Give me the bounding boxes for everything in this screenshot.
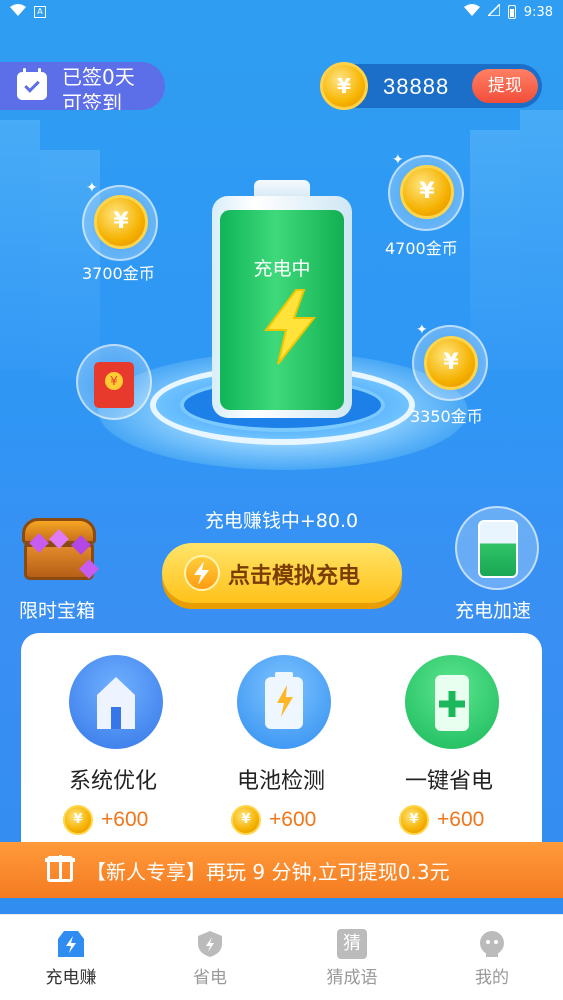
- earning-status: 充电赚钱中+80.0: [204, 510, 359, 532]
- rocket-icon: [69, 655, 163, 749]
- tool-reward: ¥ +600: [399, 805, 484, 835]
- promo-text: 【新人专享】再玩 9 分钟,立可提现0.3元: [86, 860, 450, 884]
- sign-in-text: 已签0天 可签到: [62, 65, 135, 110]
- sparkle-icon: ✦: [392, 152, 404, 168]
- lightning-bolt-icon: [264, 289, 317, 365]
- coin-icon: ¥: [320, 62, 368, 110]
- battery-icon: [507, 5, 516, 19]
- red-packet-icon: [94, 362, 134, 408]
- nav-label: 猜成语: [326, 968, 378, 988]
- tool-battery-check[interactable]: 电池检测 ¥ +600: [211, 655, 351, 855]
- coin-icon: ¥: [424, 336, 478, 390]
- battery-check-icon: [237, 655, 331, 749]
- nav-label: 我的: [475, 968, 509, 988]
- sparkle-icon: ✦: [86, 180, 98, 196]
- nav-charge-earn[interactable]: 充电赚: [21, 929, 121, 988]
- tool-reward: ¥ +600: [63, 805, 148, 835]
- charge-shield-icon: [56, 929, 86, 959]
- simulate-charge-label: 点击模拟充电: [228, 564, 361, 589]
- tool-power-save[interactable]: 一键省电 ¥ +600: [379, 655, 519, 855]
- background-building: [0, 120, 40, 370]
- status-bar: A 9:38: [0, 0, 563, 26]
- gift-icon: [45, 855, 75, 882]
- battery-fill: 充电中: [220, 210, 344, 410]
- battery-speed-icon: [478, 520, 518, 578]
- coin-balance: 38888: [383, 74, 450, 99]
- tool-name: 系统优化: [68, 769, 157, 794]
- battery-status-label: 充电中: [253, 258, 311, 280]
- coin-icon: ¥: [400, 165, 454, 219]
- bottom-nav: 充电赚 省电 猜 猜成语 我的: [0, 914, 563, 1000]
- phone-plus-icon: [405, 655, 499, 749]
- coin-icon: ¥: [94, 195, 148, 249]
- treasure-chest-label: 限时宝箱: [19, 600, 96, 622]
- coin-bubble-label: 4700金币: [385, 239, 458, 258]
- nav-power-save[interactable]: 省电: [160, 929, 260, 988]
- sign-in-button[interactable]: 已签0天 可签到: [0, 62, 165, 110]
- calendar-check-icon: [17, 68, 47, 100]
- nav-guess-idiom[interactable]: 猜 猜成语: [302, 929, 402, 988]
- coin-bubble-label: 3700金币: [82, 264, 155, 283]
- wifi-icon: [10, 4, 26, 20]
- lightning-icon: [184, 555, 220, 591]
- nav-label: 充电赚: [45, 968, 97, 988]
- nav-mine[interactable]: 我的: [442, 929, 542, 988]
- sparkle-icon: ✦: [416, 322, 428, 338]
- wifi-signal-icon: [463, 4, 480, 20]
- coin-icon: ¥: [63, 805, 93, 835]
- treasure-chest-icon[interactable]: [22, 518, 99, 582]
- coin-icon: ¥: [399, 805, 429, 835]
- tool-name: 一键省电: [404, 769, 493, 794]
- tool-reward-amount: +600: [437, 808, 485, 831]
- battery-graphic: 充电中: [212, 196, 352, 418]
- notification-a-icon: A: [34, 6, 46, 18]
- background-building: [520, 110, 563, 370]
- coin-bubble-label: 3350金币: [410, 407, 483, 426]
- speed-up-label: 充电加速: [455, 600, 532, 622]
- tool-reward-amount: +600: [269, 808, 317, 831]
- tool-reward: ¥ +600: [231, 805, 316, 835]
- background-building: [470, 130, 520, 370]
- guess-icon: 猜: [337, 929, 367, 959]
- shield-bolt-icon: [195, 929, 225, 959]
- promo-banner[interactable]: 【新人专享】再玩 9 分钟,立可提现0.3元: [0, 842, 563, 898]
- profile-icon: [477, 929, 507, 959]
- tool-system-optimize[interactable]: 系统优化 ¥ +600: [43, 655, 183, 855]
- nav-label: 省电: [193, 968, 227, 988]
- simulate-charge-button[interactable]: 点击模拟充电: [162, 543, 402, 603]
- coin-icon: ¥: [231, 805, 261, 835]
- withdraw-button[interactable]: 提现: [472, 69, 538, 103]
- tool-name: 电池检测: [236, 769, 325, 794]
- tools-card: 系统优化 ¥ +600 电池检测 ¥ +600 一键省电 ¥ +600: [21, 633, 542, 863]
- clock: 9:38: [523, 4, 553, 20]
- cellular-signal-icon: [485, 2, 501, 20]
- tool-reward-amount: +600: [101, 808, 149, 831]
